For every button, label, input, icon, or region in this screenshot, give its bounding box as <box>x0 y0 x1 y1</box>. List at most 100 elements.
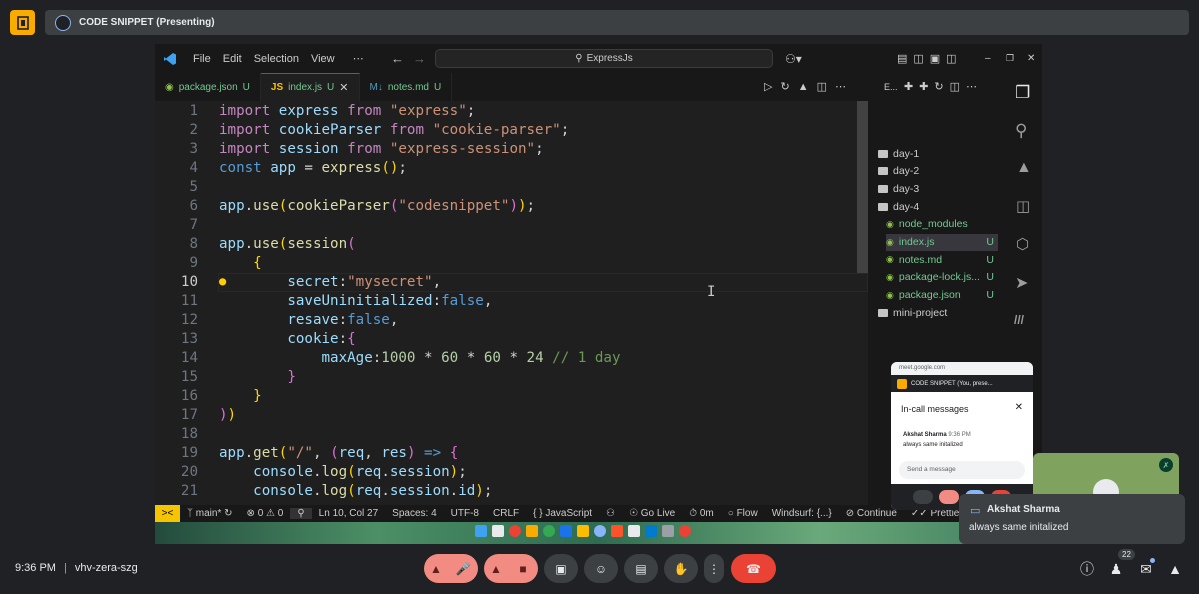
mini-meet-icon <box>897 378 907 389</box>
tree-item[interactable]: ◉ package.json U <box>886 287 998 304</box>
copilot-status-icon[interactable]: ⚇ <box>599 508 622 519</box>
extensions-icon[interactable]: ◫ <box>1016 197 1030 215</box>
live-share-icon[interactable]: ➤ <box>1015 273 1028 293</box>
windsurf-icon[interactable]: /// <box>1014 313 1024 327</box>
mini-camera-off-icon[interactable] <box>939 490 959 504</box>
editor-scrollbar[interactable] <box>857 101 868 273</box>
command-center-search[interactable]: ⚲ ExpressJs <box>435 49 773 68</box>
tree-item-badge: U <box>986 289 994 302</box>
tab-close-icon[interactable]: ✕ <box>339 81 348 94</box>
go-live-button[interactable]: ☉ Go Live <box>622 508 682 519</box>
cursor-position[interactable]: Ln 10, Col 27 <box>312 508 386 519</box>
go-live-label: Go Live <box>640 508 676 519</box>
tree-item[interactable]: ◉ node_modules <box>886 216 998 233</box>
chat-mini-title: CODE SNIPPET (You, prese... <box>911 380 993 387</box>
files-icon[interactable]: ❐ <box>1015 83 1030 103</box>
video-options-button[interactable]: ▲ <box>484 554 508 583</box>
chat-url: meet.google.com <box>891 362 1033 375</box>
chat-close-icon[interactable]: ✕ <box>1015 402 1023 413</box>
tree-item[interactable]: day-3 <box>878 180 998 197</box>
hand-icon: ✋ <box>673 561 689 576</box>
line-number: 3 <box>189 141 198 157</box>
search-icon[interactable]: ⚲ <box>1015 121 1027 141</box>
tab-package-json[interactable]: ◉ package.json U <box>155 73 261 101</box>
code-line: import cookieParser from "cookie-parser"… <box>219 122 570 138</box>
windsurf-status[interactable]: Windsurf: {...} <box>765 508 839 519</box>
code-line: secret:"mysecret", <box>287 274 442 290</box>
code-line: saveUninitialized:false, <box>287 293 493 309</box>
branch-icon: ᛉ <box>187 508 193 519</box>
camera-off-icon: ■ <box>519 561 527 576</box>
tree-item[interactable]: day-2 <box>878 163 998 180</box>
line-number: 10 <box>180 274 198 290</box>
tree-item[interactable]: ◉ notes.md U <box>886 251 998 268</box>
folder-icon <box>878 202 888 211</box>
people-icon[interactable]: ♟ <box>1107 560 1125 578</box>
source-control-icon[interactable]: ▲ <box>1016 159 1032 177</box>
indentation-status[interactable]: Spaces: 4 <box>385 508 443 519</box>
eol-status[interactable]: CRLF <box>486 508 526 519</box>
problems-status[interactable]: ⊗ 0 ⚠ 0 <box>240 508 291 519</box>
language-mode[interactable]: { } JavaScript <box>526 508 599 519</box>
leave-call-button[interactable]: ☎ <box>731 554 776 583</box>
camera-off-button[interactable]: ■ <box>508 554 538 583</box>
menu-file[interactable]: File <box>187 53 217 65</box>
folder-icon <box>878 308 888 317</box>
flow-status[interactable]: ○ Flow <box>721 508 765 519</box>
chevron-up-icon: ▲ <box>490 561 502 576</box>
meeting-details-icon[interactable]: ⓘ <box>1078 560 1096 578</box>
menu-selection[interactable]: Selection <box>248 53 305 65</box>
tree-item[interactable]: day-1 <box>878 145 998 162</box>
reactions-button[interactable]: ☺ <box>584 554 618 583</box>
line-number: 13 <box>180 331 198 347</box>
line-number: 18 <box>180 426 198 442</box>
code-editor[interactable]: 1 2 3 4 5 6 7 8 9 10 11 12 13 14 15 16 17 18 19 20 21 ● impo… <box>155 101 868 505</box>
emoji-icon: ☺ <box>594 561 608 576</box>
minimize-icon[interactable]: – <box>985 53 991 64</box>
captions-button[interactable]: ▤ <box>624 554 658 583</box>
explorer-actions-icons[interactable]: ✚✚↻◫⋯ <box>904 80 983 93</box>
code-line: } <box>253 388 262 404</box>
audio-options-button[interactable]: ▲ <box>424 554 448 583</box>
tab-label: notes.md <box>387 81 429 93</box>
editor-actions-icons[interactable]: ▷↻▲◫⋯ <box>764 80 854 93</box>
file-icon: ◉ <box>886 289 894 300</box>
tree-item-label: day-3 <box>893 182 920 195</box>
tree-item[interactable]: ◉ index.js U <box>886 233 998 251</box>
activities-icon[interactable]: ▲ <box>1166 560 1184 578</box>
chat-input[interactable]: Send a message <box>899 461 1025 479</box>
forward-arrow-icon[interactable]: → <box>413 51 426 66</box>
encoding-status[interactable]: UTF-8 <box>444 508 486 519</box>
tab-index-js[interactable]: JS index.js U ✕ <box>260 73 360 101</box>
taskbar-app-icons[interactable] <box>475 525 725 541</box>
close-icon[interactable]: ✕ <box>1027 53 1035 64</box>
menu-view[interactable]: View <box>305 53 341 65</box>
tab-notes-md[interactable]: M↓ notes.md U <box>360 73 453 101</box>
remote-explorer-icon[interactable]: ⬡ <box>1016 235 1029 253</box>
chat-notification[interactable]: ▭ Akshat Sharma always same initalized <box>959 494 1185 544</box>
tree-item[interactable]: mini-project <box>878 304 998 321</box>
meet-presentation-icon[interactable] <box>10 10 35 35</box>
present-button[interactable]: ▣ <box>544 554 578 583</box>
timer-status[interactable]: ⏱ 0m <box>682 508 721 519</box>
present-screen-icon: ▣ <box>555 561 567 576</box>
timer-label: 0m <box>699 508 714 519</box>
back-arrow-icon[interactable]: ← <box>391 51 404 66</box>
restore-icon[interactable]: ❐ <box>1006 53 1014 64</box>
branch-status[interactable]: ᛉ main* ↻ <box>180 508 240 519</box>
layout-icons[interactable]: ▤◫▣◫ <box>897 52 963 65</box>
mic-off-button[interactable]: 🎤 <box>448 554 478 583</box>
tree-item-badge: U <box>986 236 994 248</box>
mic-muted-icon: ✗ <box>1159 458 1173 472</box>
more-options-button[interactable]: ⋮ <box>704 554 724 583</box>
copilot-icon[interactable]: ⚇▾ <box>785 52 802 66</box>
tree-item[interactable]: ◉ package-lock.js... U <box>886 269 998 286</box>
remote-icon[interactable]: >< <box>155 505 180 522</box>
zoom-icon[interactable]: ⚲ <box>290 508 312 519</box>
presenting-banner: CODE SNIPPET (Presenting) <box>45 10 1189 35</box>
raise-hand-button[interactable]: ✋ <box>664 554 698 583</box>
menu-more[interactable]: ⋯ <box>347 52 370 65</box>
menu-edit[interactable]: Edit <box>217 53 248 65</box>
mini-mic-icon[interactable] <box>913 490 933 504</box>
tree-item[interactable]: day-4 <box>878 198 998 215</box>
